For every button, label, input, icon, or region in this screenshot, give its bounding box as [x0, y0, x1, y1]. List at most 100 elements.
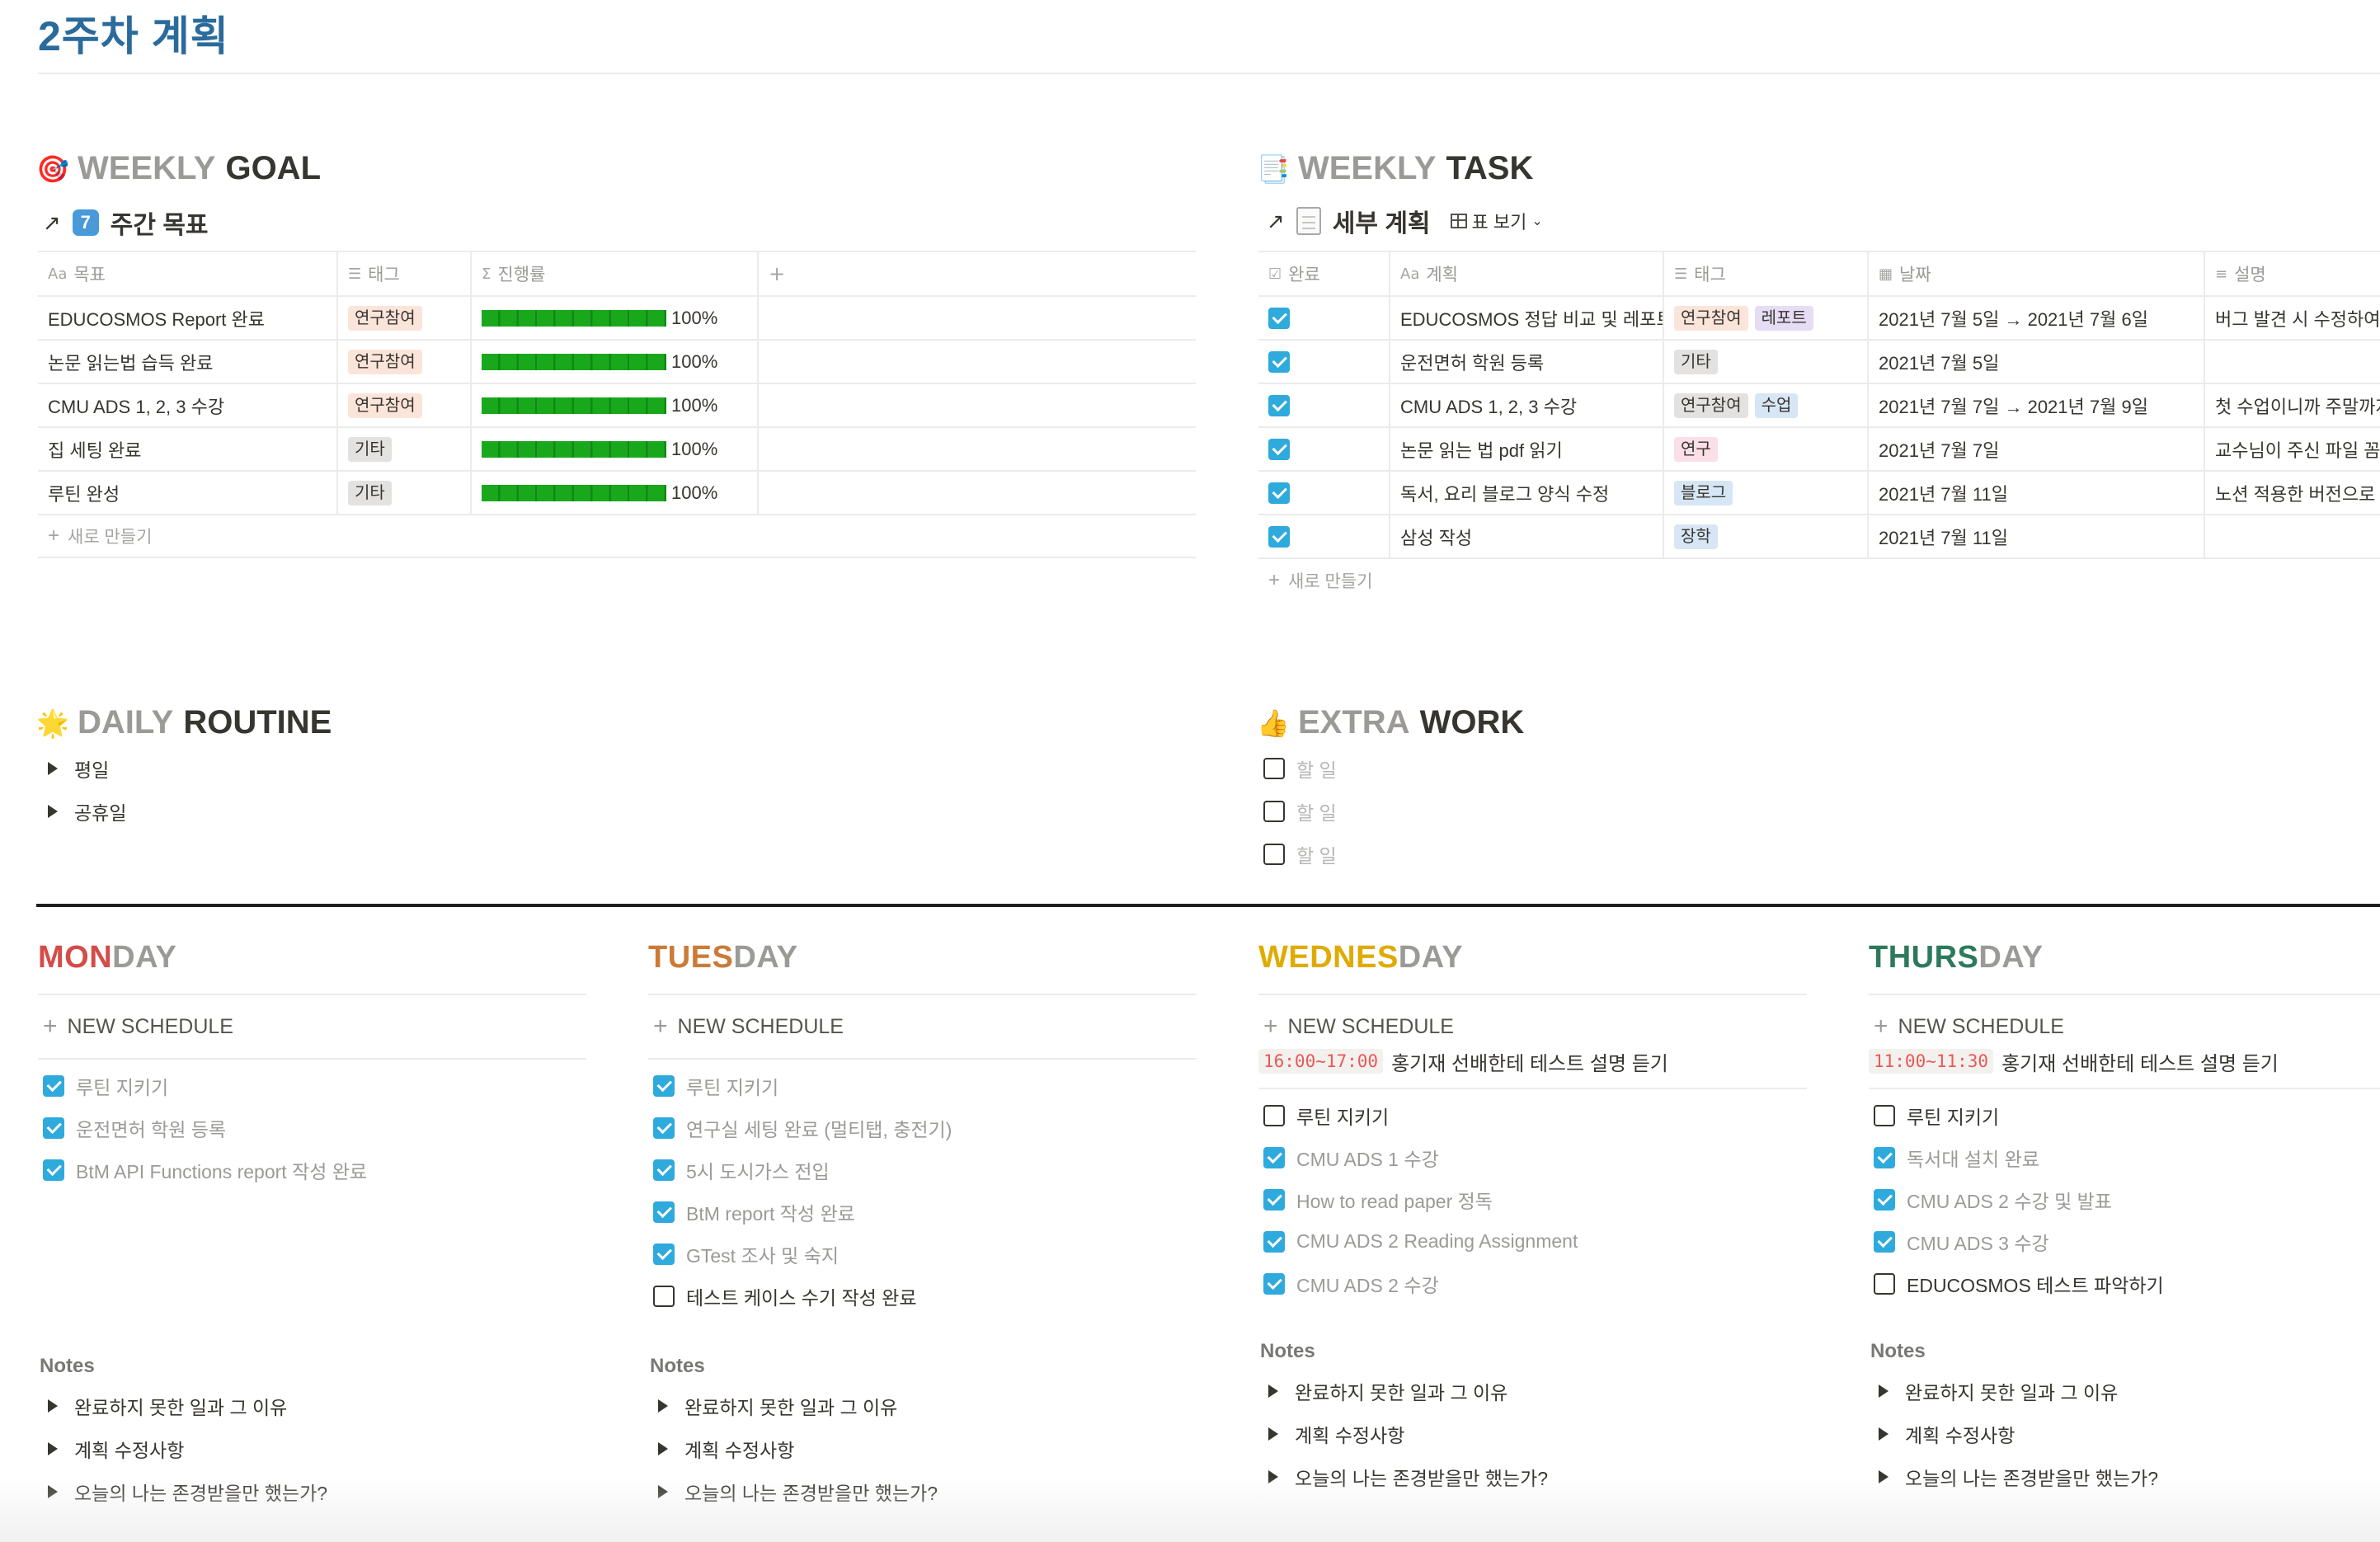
new-schedule-button[interactable]: + NEW SCHEDULE [648, 995, 1197, 1058]
add-column-button[interactable]: + [759, 252, 1196, 295]
plan-cell[interactable]: 논문 읽는 법 pdf 읽기 [1390, 428, 1664, 470]
weekly-task-db-link[interactable]: ↗ 세부 계획 표 보기 ⌄ [1267, 203, 1543, 239]
checkbox-icon[interactable] [43, 1117, 64, 1139]
table-row[interactable]: EDUCOSMOS 정답 비교 및 레포트 연구참여 레포트 2021년 7월 5일 … [1258, 297, 2380, 341]
column-header-tag[interactable]: ☰ 태그 [1664, 252, 1869, 295]
checkbox-icon[interactable] [1268, 525, 1290, 548]
tag-cell[interactable]: 블로그 [1664, 472, 1869, 514]
todo-item[interactable]: BtM report 작성 완료 [648, 1191, 1197, 1233]
checkbox-icon[interactable] [1874, 1272, 1895, 1295]
checkbox-icon[interactable] [653, 1243, 675, 1265]
checkbox-icon[interactable] [653, 1117, 675, 1139]
view-selector[interactable]: 표 보기 ⌄ [1450, 208, 1543, 234]
todo-item[interactable]: CMU ADS 3 수강 [1869, 1220, 2380, 1262]
todo-item[interactable]: 5시 도시가스 전입 [648, 1149, 1197, 1191]
notes-toggle[interactable]: 완료하지 못한 일과 그 이유 [38, 1385, 586, 1427]
table-row[interactable]: 삼성 작성 장학 2021년 7월 11일 [1258, 515, 2380, 559]
new-schedule-button[interactable]: + NEW SCHEDULE [38, 995, 586, 1058]
done-cell[interactable] [1258, 472, 1390, 514]
description-cell[interactable]: 교수님이 주신 파일 꼼꼼 [2205, 428, 2380, 470]
tag-cell[interactable]: 연구참여 [338, 297, 472, 339]
checkbox-icon[interactable] [1263, 844, 1285, 865]
checkbox-icon[interactable] [1263, 1272, 1285, 1295]
toggle-triangle-icon[interactable] [48, 762, 58, 775]
tag-cell[interactable]: 연구참여 [338, 384, 472, 426]
table-row[interactable]: 논문 읽는법 습득 완료 연구참여 100% [38, 341, 1196, 384]
todo-item[interactable]: 운전면허 학원 등록 [38, 1107, 586, 1149]
description-cell[interactable]: 노션 적용한 버전으로 양 [2205, 472, 2380, 514]
checkbox-icon[interactable] [1268, 438, 1290, 460]
checkbox-icon[interactable] [653, 1159, 675, 1181]
checkbox-icon[interactable] [1263, 1230, 1285, 1253]
checkbox-icon[interactable] [1263, 1146, 1285, 1168]
todo-item[interactable]: BtM API Functions report 작성 완료 [38, 1149, 586, 1191]
done-cell[interactable] [1258, 297, 1390, 339]
notes-toggle[interactable]: 계획 수정사항 [1869, 1413, 2380, 1455]
date-cell[interactable]: 2021년 7월 11일 [1869, 515, 2205, 557]
done-cell[interactable] [1258, 428, 1390, 470]
todo-item[interactable]: 독서대 설치 완료 [1869, 1136, 2380, 1178]
date-cell[interactable]: 2021년 7월 5일 [1869, 341, 2205, 383]
plan-cell[interactable]: EDUCOSMOS 정답 비교 및 레포트 [1390, 297, 1664, 339]
toggle-triangle-icon[interactable] [1879, 1385, 1888, 1398]
description-cell[interactable]: 첫 수업이니까 주말까지 [2205, 384, 2380, 426]
toggle-triangle-icon[interactable] [1879, 1427, 1888, 1441]
todo-item[interactable]: 루틴 지키기 [648, 1065, 1197, 1107]
todo-item[interactable]: EDUCOSMOS 테스트 파악하기 [1869, 1262, 2380, 1305]
tag-cell[interactable]: 기타 [1664, 341, 1869, 383]
notes-toggle[interactable]: 완료하지 못한 일과 그 이유 [1869, 1370, 2380, 1413]
column-header-goal[interactable]: Aa 목표 [38, 252, 338, 295]
checkbox-icon[interactable] [1268, 307, 1290, 329]
notes-toggle[interactable]: 계획 수정사항 [648, 1427, 1197, 1470]
checkbox-icon[interactable] [1874, 1188, 1895, 1211]
new-row-button[interactable]: + 새로 만들기 [38, 515, 1196, 558]
todo-item[interactable]: 연구실 세팅 완료 (멀티탭, 충전기) [648, 1107, 1197, 1149]
schedule-item[interactable]: 16:00~17:00 홍기재 선배한테 테스트 설명 듣기 [1258, 1045, 1807, 1078]
toggle-triangle-icon[interactable] [48, 805, 58, 818]
notes-toggle[interactable]: 계획 수정사항 [1258, 1413, 1807, 1455]
todo-item[interactable]: CMU ADS 1 수강 [1258, 1136, 1807, 1178]
column-header-date[interactable]: ▦ 날짜 [1869, 252, 2205, 295]
date-cell[interactable]: 2021년 7월 7일 [1869, 428, 2205, 470]
goal-cell[interactable]: 루틴 완성 [38, 472, 338, 514]
table-row[interactable]: 루틴 완성 기타 100% [38, 472, 1196, 515]
table-row[interactable]: EDUCOSMOS Report 완료 연구참여 100% [38, 297, 1196, 341]
new-row-button[interactable]: + 새로 만들기 [1258, 559, 2380, 602]
todo-item[interactable]: 할 일 [1258, 790, 1337, 833]
table-row[interactable]: 집 세팅 완료 기타 100% [38, 428, 1196, 472]
checkbox-icon[interactable] [1874, 1146, 1895, 1168]
date-cell[interactable]: 2021년 7월 7일 → 2021년 7월 9일 [1869, 384, 2205, 426]
notes-toggle[interactable]: 완료하지 못한 일과 그 이유 [1258, 1370, 1807, 1413]
goal-cell[interactable]: EDUCOSMOS Report 완료 [38, 297, 338, 339]
toggle-triangle-icon[interactable] [1268, 1385, 1278, 1398]
done-cell[interactable] [1258, 384, 1390, 426]
column-header-progress[interactable]: Σ 진행률 [472, 252, 759, 295]
todo-item[interactable]: How to read paper 정독 [1258, 1178, 1807, 1220]
table-row[interactable]: 논문 읽는 법 pdf 읽기 연구 2021년 7월 7일 교수님이 주신 파일 꼼꼼 [1258, 428, 2380, 472]
description-cell[interactable]: 버그 발견 시 수정하여 [2205, 297, 2380, 339]
tag-cell[interactable]: 연구 [1664, 428, 1869, 470]
todo-item[interactable]: 할 일 [1258, 833, 1337, 876]
checkbox-icon[interactable] [1268, 394, 1290, 416]
done-cell[interactable] [1258, 341, 1390, 383]
table-row[interactable]: 독서, 요리 블로그 양식 수정 블로그 2021년 7월 11일 노션 적용한 버전… [1258, 472, 2380, 515]
todo-item[interactable]: GTest 조사 및 숙지 [648, 1233, 1197, 1275]
checkbox-icon[interactable] [653, 1201, 675, 1223]
todo-item[interactable]: 테스트 케이스 수기 작성 완료 [648, 1275, 1197, 1317]
tag-cell[interactable]: 기타 [338, 428, 472, 470]
checkbox-icon[interactable] [1263, 758, 1285, 779]
plan-cell[interactable]: 운전면허 학원 등록 [1390, 341, 1664, 383]
toggle-holiday[interactable]: 공휴일 [38, 790, 126, 833]
column-header-plan[interactable]: Aa 계획 [1390, 252, 1664, 295]
todo-item[interactable]: CMU ADS 2 Reading Assignment [1258, 1220, 1807, 1262]
goal-cell[interactable]: 집 세팅 완료 [38, 428, 338, 470]
schedule-item[interactable]: 11:00~11:30 홍기재 선배한테 테스트 설명 듣기 [1869, 1045, 2380, 1078]
weekly-goal-db-link[interactable]: ↗ 7 주간 목표 [43, 205, 209, 241]
toggle-triangle-icon[interactable] [48, 1399, 58, 1413]
plan-cell[interactable]: 독서, 요리 블로그 양식 수정 [1390, 472, 1664, 514]
toggle-triangle-icon[interactable] [1268, 1427, 1278, 1441]
plan-cell[interactable]: CMU ADS 1, 2, 3 수강 [1390, 384, 1664, 426]
tag-cell[interactable]: 기타 [338, 472, 472, 514]
description-cell[interactable] [2205, 341, 2380, 383]
notes-toggle[interactable]: 완료하지 못한 일과 그 이유 [648, 1385, 1197, 1427]
